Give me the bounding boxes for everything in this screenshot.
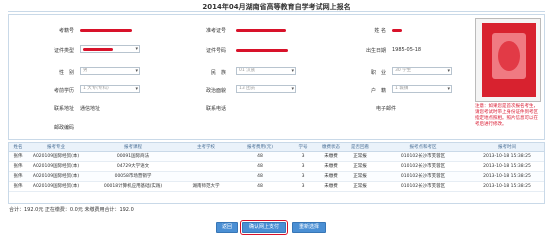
- col-header-time: 报考时间: [498, 145, 516, 150]
- phone-label: 联系电话: [205, 106, 226, 112]
- col-header-pay-status: 缴费状态: [322, 145, 340, 150]
- cell-exam-site: 010102长沙市芙蓉区: [400, 164, 446, 169]
- grid-body: 张伟 A020109国际经贸(本) 00091国际商法 48 3 未缴费 正常报…: [9, 152, 544, 203]
- cell-review: 正常报: [353, 164, 367, 169]
- id-no-value-redacted: [236, 49, 288, 52]
- cell-time: 2013-10-18 15:38:25: [483, 164, 531, 169]
- birth-date-value: 1985-05-18: [392, 47, 422, 53]
- cell-major: A020109国际经贸(本): [32, 184, 80, 189]
- cell-name: 张伟: [13, 154, 23, 159]
- cell-major: A020109国际经贸(本): [32, 154, 80, 159]
- applicant-photo-redacted: [482, 23, 536, 97]
- back-button[interactable]: 返回: [216, 222, 238, 233]
- cell-name: 张伟: [13, 164, 23, 169]
- cell-course: 00091国际商法: [116, 154, 150, 159]
- table-row[interactable]: 张伟 A020109国际经贸(本) 00058市场营销学 48 3 未缴费 正常…: [9, 172, 544, 182]
- cell-review: 正常报: [353, 174, 367, 179]
- name-value-redacted: [392, 29, 402, 32]
- cell-exam-site: 010102长沙市芙蓉区: [400, 184, 446, 189]
- cell-fee: 48: [257, 184, 263, 189]
- col-header-major: 报考专业: [47, 145, 65, 150]
- table-row[interactable]: 张伟 A020109国际经贸(本) 00091国际商法 48 3 未缴费 正常报…: [9, 152, 544, 162]
- cell-course: 04729大学语文: [116, 164, 150, 169]
- col-header-course: 报考课程: [124, 145, 142, 150]
- course-grid: 姓名 报考专业 报考课程 主考学校 报考费用(元) 学号 缴费状态 是否回看 报…: [8, 142, 545, 204]
- photo-note: 注意：如果您是首次报名考生，请您考试时带上身份证件到考区指定地点照相。照片信息可…: [475, 104, 538, 127]
- cell-pay-status: 未缴费: [324, 184, 338, 189]
- postcode-label: 邮政编码: [53, 125, 74, 131]
- cell-pay-status: 未缴费: [324, 164, 338, 169]
- cell-exam-site: 010102长沙市芙蓉区: [400, 154, 446, 159]
- cell-course: 00058市场营销学: [114, 174, 152, 179]
- cell-fee: 48: [257, 174, 263, 179]
- cell-id: 3: [301, 154, 305, 159]
- cell-pay-status: 未缴费: [324, 174, 338, 179]
- col-header-exam-site: 报考点和考区: [409, 145, 437, 150]
- col-header-name: 姓名: [13, 145, 23, 150]
- col-header-fee: 报考费用(元): [246, 145, 273, 150]
- email-label: 电子邮件: [375, 106, 396, 112]
- table-row[interactable]: 张伟 A020109国际经贸(本) 00018计算机应用基础(实践) 湖南师范大…: [9, 182, 544, 192]
- gender-label: 性 别: [58, 70, 74, 76]
- birth-date-label: 出生日期: [365, 48, 386, 54]
- gender-select[interactable]: 男: [80, 67, 140, 75]
- student-no-label: 准考证号: [205, 28, 226, 34]
- table-row[interactable]: 张伟 A020109国际经贸(本) 04729大学语文 48 3 未缴费 正常报…: [9, 162, 544, 172]
- grid-header: 姓名 报考专业 报考课程 主考学校 报考费用(元) 学号 缴费状态 是否回看 报…: [9, 143, 544, 152]
- hukou-label: 户 籍: [370, 88, 386, 94]
- cell-major: A020109国际经贸(本): [32, 164, 80, 169]
- cell-time: 2013-10-18 15:38:25: [483, 184, 531, 189]
- registration-form: [8, 14, 545, 140]
- cell-time: 2013-10-18 15:38:25: [483, 154, 531, 159]
- cell-id: 3: [301, 184, 305, 189]
- cell-name: 张伟: [13, 184, 23, 189]
- cell-name: 张伟: [13, 174, 23, 179]
- id-type-label: 证件类型: [53, 48, 74, 54]
- ethnicity-label: 民 族: [210, 70, 226, 76]
- title-divider: [8, 11, 545, 12]
- education-label: 考前学历: [53, 88, 74, 94]
- cell-school: 湖南师范大学: [192, 184, 220, 189]
- exam-no-value-redacted: [80, 29, 132, 32]
- address-value: 通信地址: [80, 106, 101, 112]
- address-label: 联系地址: [53, 106, 74, 112]
- cell-review: 正常报: [353, 154, 367, 159]
- ethnicity-select[interactable]: 01 汉族: [236, 67, 296, 75]
- exam-no-label: 考籍号: [58, 28, 74, 34]
- politics-label: 政治面貌: [205, 88, 226, 94]
- id-no-label: 证件号码: [205, 48, 226, 54]
- cell-pay-status: 未缴费: [324, 154, 338, 159]
- cell-id: 3: [301, 164, 305, 169]
- hukou-select[interactable]: 1 城镇: [392, 85, 452, 93]
- cell-review: 正常报: [353, 184, 367, 189]
- reselect-button[interactable]: 重新选择: [292, 222, 326, 233]
- cell-exam-site: 010102长沙市芙蓉区: [400, 174, 446, 179]
- fee-summary: 合计：192.0元 正在缴费：0.0元 未缴费用合计：192.0: [9, 207, 134, 213]
- id-type-select[interactable]: [80, 45, 140, 53]
- name-label: 姓 名: [374, 28, 386, 34]
- education-select[interactable]: 1 大专(专科): [80, 85, 140, 93]
- occupation-label: 职 业: [370, 70, 386, 76]
- col-header-school: 主考学校: [197, 145, 215, 150]
- confirm-online-payment-button[interactable]: 确认网上支付: [240, 220, 288, 235]
- col-header-review: 是否回看: [351, 145, 369, 150]
- cell-time: 2013-10-18 15:38:25: [483, 174, 531, 179]
- student-no-value-redacted: [236, 29, 286, 32]
- cell-fee: 48: [257, 164, 263, 169]
- cell-course: 00018计算机应用基础(实践): [103, 184, 163, 189]
- occupation-select[interactable]: 30 学生: [392, 67, 452, 75]
- photo-frame: [475, 18, 541, 102]
- col-header-id: 学号: [298, 145, 308, 150]
- cell-id: 3: [301, 174, 305, 179]
- cell-major: A020109国际经贸(本): [32, 174, 80, 179]
- cell-fee: 48: [257, 154, 263, 159]
- id-type-value-redacted: [83, 48, 113, 51]
- politics-select[interactable]: 13 团员: [236, 85, 296, 93]
